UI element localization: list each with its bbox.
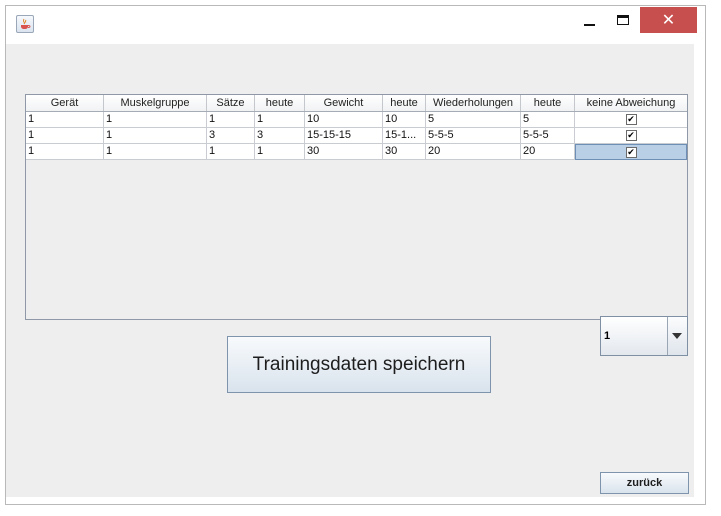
close-icon: ✕ [661, 12, 676, 29]
day-select[interactable]: 1 [600, 316, 688, 356]
cell-gewicht[interactable]: 15-15-15 [305, 128, 383, 144]
column-header-keine-abweichung[interactable]: keine Abweichung [575, 95, 687, 111]
cell-muskelgruppe[interactable]: 1 [104, 128, 207, 144]
table-header: Gerät Muskelgruppe Sätze heute Gewicht h… [26, 95, 687, 112]
cell-wiederholungen-heute[interactable]: 20 [521, 144, 575, 160]
cell-keine-abweichung[interactable]: ✔ [575, 128, 687, 144]
checkbox[interactable]: ✔ [625, 130, 637, 141]
maximize-icon [617, 15, 629, 25]
cell-keine-abweichung-selected[interactable]: ✔ [575, 144, 687, 160]
minimize-button[interactable] [576, 7, 602, 33]
column-header-gewicht-heute[interactable]: heute [383, 95, 426, 111]
cell-saetze-heute[interactable]: 1 [255, 144, 305, 160]
cell-gewicht-heute[interactable]: 10 [383, 112, 426, 128]
back-button[interactable]: zurück [600, 472, 689, 494]
column-header-wiederholungen[interactable]: Wiederholungen [426, 95, 521, 111]
cell-wiederholungen[interactable]: 5-5-5 [426, 128, 521, 144]
cell-keine-abweichung[interactable]: ✔ [575, 112, 687, 128]
cell-gewicht-heute[interactable]: 30 [383, 144, 426, 160]
cell-wiederholungen[interactable]: 5 [426, 112, 521, 128]
checkbox[interactable]: ✔ [625, 147, 637, 158]
app-window: ✕ Gerät Muskelgruppe Sätze heute Gewicht… [5, 5, 706, 505]
title-bar: ✕ [6, 6, 705, 44]
column-header-saetze[interactable]: Sätze [207, 95, 255, 111]
cell-wiederholungen[interactable]: 20 [426, 144, 521, 160]
cell-wiederholungen-heute[interactable]: 5 [521, 112, 575, 128]
cell-saetze-heute[interactable]: 3 [255, 128, 305, 144]
table-row[interactable]: 1 1 3 3 15-15-15 15-1... 5-5-5 5-5-5 ✔ [26, 128, 687, 144]
table-row[interactable]: 1 1 1 1 30 30 20 20 ✔ [26, 144, 687, 160]
cell-wiederholungen-heute[interactable]: 5-5-5 [521, 128, 575, 144]
table-row[interactable]: 1 1 1 1 10 10 5 5 ✔ [26, 112, 687, 128]
content-panel: Gerät Muskelgruppe Sätze heute Gewicht h… [6, 44, 694, 497]
training-table[interactable]: Gerät Muskelgruppe Sätze heute Gewicht h… [25, 94, 688, 320]
day-select-value: 1 [604, 330, 611, 342]
cell-geraet[interactable]: 1 [26, 144, 104, 160]
java-cup-icon[interactable] [16, 15, 34, 33]
cell-saetze[interactable]: 1 [207, 144, 255, 160]
chevron-down-icon [672, 333, 682, 339]
column-header-muskelgruppe[interactable]: Muskelgruppe [104, 95, 207, 111]
cell-muskelgruppe[interactable]: 1 [104, 112, 207, 128]
cell-saetze-heute[interactable]: 1 [255, 112, 305, 128]
cell-muskelgruppe[interactable]: 1 [104, 144, 207, 160]
column-header-geraet[interactable]: Gerät [26, 95, 104, 111]
cell-saetze[interactable]: 1 [207, 112, 255, 128]
save-training-data-button[interactable]: Trainingsdaten speichern [227, 336, 491, 393]
cell-gewicht[interactable]: 30 [305, 144, 383, 160]
cell-geraet[interactable]: 1 [26, 128, 104, 144]
column-header-gewicht[interactable]: Gewicht [305, 95, 383, 111]
checkbox[interactable]: ✔ [625, 114, 637, 125]
minimize-icon [583, 24, 595, 26]
close-button[interactable]: ✕ [640, 7, 697, 33]
column-header-wiederholungen-heute[interactable]: heute [521, 95, 575, 111]
dropdown-button[interactable] [667, 317, 687, 355]
cell-gewicht-heute[interactable]: 15-1... [383, 128, 426, 144]
column-header-saetze-heute[interactable]: heute [255, 95, 305, 111]
cell-saetze[interactable]: 3 [207, 128, 255, 144]
cell-gewicht[interactable]: 10 [305, 112, 383, 128]
cell-geraet[interactable]: 1 [26, 112, 104, 128]
maximize-button[interactable] [610, 7, 636, 33]
